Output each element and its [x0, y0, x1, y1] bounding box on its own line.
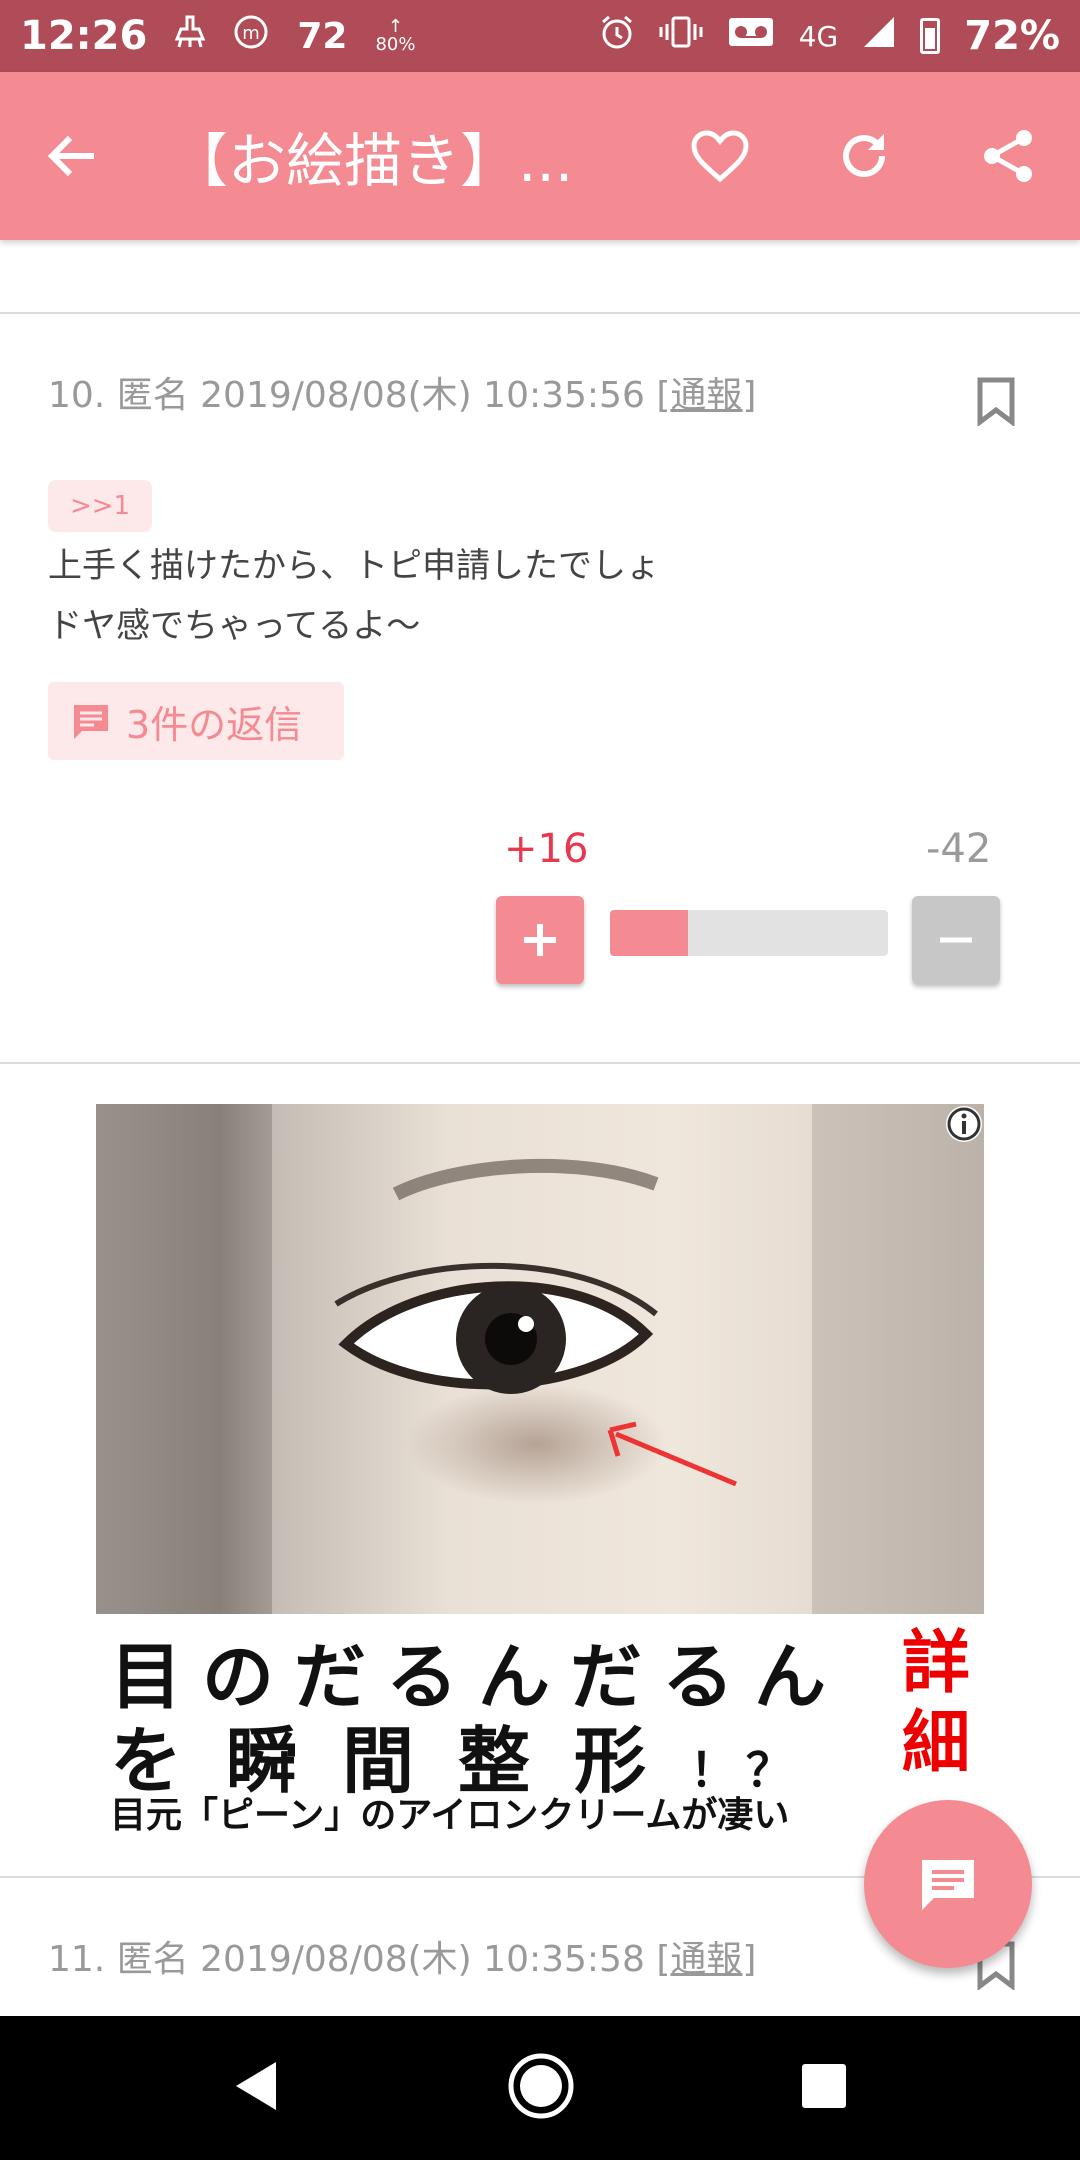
- alarm-icon: [599, 14, 635, 59]
- status-number: 72: [297, 15, 348, 57]
- anchor-tag[interactable]: >>1: [48, 480, 152, 532]
- minus-icon: [940, 937, 972, 943]
- vote-ratio-bar: [610, 910, 888, 956]
- status-time: 12:26: [20, 13, 148, 59]
- ad-details-link[interactable]: 詳細: [902, 1624, 974, 1784]
- chat-icon: [922, 1860, 974, 1910]
- vote-ratio-fill: [610, 910, 688, 956]
- report-link[interactable]: [通報]: [656, 375, 756, 416]
- app-bar: 【お絵描き】...: [0, 72, 1080, 240]
- share-button[interactable]: [936, 72, 1080, 240]
- page-title: 【お絵描き】...: [170, 127, 574, 195]
- minus-count: -42: [926, 826, 992, 872]
- network-type: 4G: [798, 19, 839, 53]
- bookmark-icon: [977, 377, 1015, 427]
- svg-text:m: m: [243, 23, 261, 44]
- back-triangle-icon: [236, 2062, 277, 2110]
- ad-info-button[interactable]: [944, 1104, 984, 1144]
- post-body-line: 上手く描けたから、トピ申請したでしょ: [48, 546, 660, 586]
- post-meta-text: 10. 匿名 2019/08/08(木) 10:35:56: [48, 375, 645, 416]
- refresh-button[interactable]: [792, 72, 936, 240]
- comment-list: 10. 匿名 2019/08/08(木) 10:35:56 [通報] >>1 上…: [0, 240, 1080, 2016]
- minus-vote-button[interactable]: [912, 896, 1000, 984]
- app-screen: 12:26 m 72 ↑ 80% 4G 72% 【お絵描き】... 10. 匿名…: [0, 0, 1080, 2160]
- favorite-button[interactable]: [648, 72, 792, 240]
- system-nav-bar: [0, 2016, 1080, 2160]
- nav-back-button[interactable]: [232, 2058, 282, 2118]
- ad-subline: 目元「ピーン」のアイロンクリームが凄い: [110, 1795, 790, 1836]
- compose-comment-button[interactable]: [864, 1800, 1032, 1968]
- ad-headline-1: 目のだるんだるん: [110, 1635, 847, 1719]
- home-circle-icon: [508, 2053, 574, 2119]
- replies-label: 3件の返信: [126, 702, 303, 747]
- divider: [0, 1062, 1080, 1064]
- signal-icon: [862, 14, 896, 58]
- upload-indicator: ↑ 80%: [375, 18, 415, 54]
- post-body-line: ドヤ感でちゃってるよ〜: [48, 606, 421, 646]
- bookmark-button[interactable]: [976, 376, 1016, 427]
- back-button[interactable]: [0, 72, 144, 240]
- ad-image: [96, 1104, 984, 1614]
- plus-count: +16: [504, 826, 589, 872]
- share-icon: [984, 130, 1032, 182]
- battery-percent: 72%: [964, 13, 1060, 59]
- plus-vote-button[interactable]: [496, 896, 584, 984]
- post-meta: 10. 匿名 2019/08/08(木) 10:35:56 [通報]: [48, 366, 756, 418]
- status-bar: 12:26 m 72 ↑ 80% 4G 72%: [0, 0, 1080, 72]
- heart-icon: [691, 130, 749, 183]
- post-body: 上手く描けたから、トピ申請したでしょ ドヤ感でちゃってるよ〜: [48, 536, 660, 656]
- ad-banner[interactable]: 目のだるんだるん を瞬間整形！？ 目元「ピーン」のアイロンクリームが凄い 詳細: [96, 1104, 984, 1872]
- broom-icon: [175, 14, 206, 58]
- refresh-icon: [843, 134, 885, 178]
- comment-icon: [74, 705, 108, 739]
- nav-home-button[interactable]: [507, 2052, 575, 2124]
- info-icon: [946, 1106, 982, 1142]
- upload-percent: 80%: [375, 34, 416, 55]
- replies-button[interactable]: 3件の返信: [48, 682, 344, 760]
- app-badge-icon: m: [233, 14, 269, 59]
- recents-square-icon: [801, 2064, 846, 2108]
- plus-icon: [524, 924, 556, 956]
- post-meta: 11. 匿名 2019/08/08(木) 10:35:58 [通報]: [48, 1930, 756, 1982]
- divider: [0, 312, 1080, 314]
- back-arrow-icon: [47, 135, 94, 177]
- report-link[interactable]: [通報]: [656, 1939, 756, 1980]
- battery-icon: [920, 18, 941, 54]
- ad-copy: 目のだるんだるん を瞬間整形！？ 目元「ピーン」のアイロンクリームが凄い: [110, 1618, 970, 1836]
- nav-recents-button[interactable]: [800, 2062, 848, 2114]
- voicemail-icon: [727, 14, 775, 59]
- post-meta-text: 11. 匿名 2019/08/08(木) 10:35:58: [48, 1939, 645, 1980]
- vibrate-icon: [659, 14, 703, 59]
